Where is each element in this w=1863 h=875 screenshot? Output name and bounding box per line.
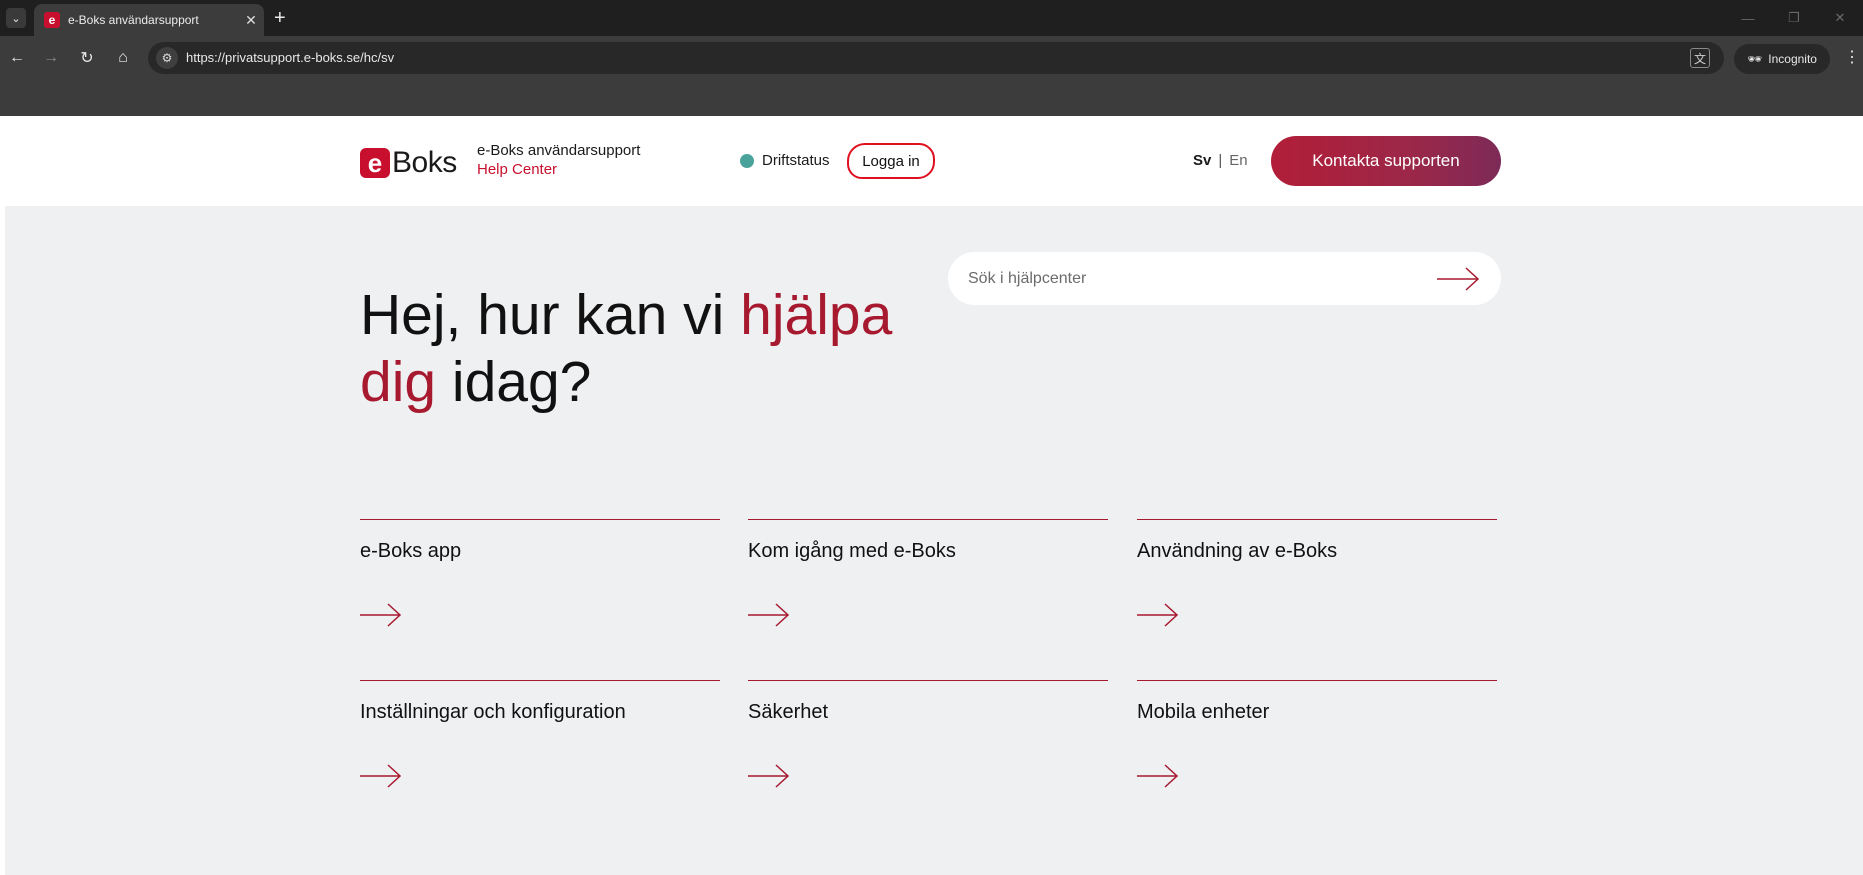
arrow-right-icon: [1137, 764, 1179, 788]
status-dot-icon: [740, 153, 754, 168]
status-label: Driftstatus: [762, 152, 830, 169]
category-card[interactable]: Användning av e-Boks: [1137, 519, 1497, 659]
lang-separator: |: [1218, 152, 1223, 169]
category-label: Mobila enheter: [1137, 701, 1270, 723]
category-card[interactable]: Kom igång med e-Boks: [748, 519, 1108, 659]
home-icon[interactable]: ⌂: [112, 47, 134, 69]
category-label: Inställningar och konfiguration: [360, 701, 626, 723]
eboks-logo[interactable]: e Boks: [360, 146, 457, 180]
search-submit-arrow-icon[interactable]: [1436, 266, 1480, 292]
arrow-right-icon: [360, 764, 402, 788]
hero-title: Hej, hur kan vi hjälpa dig idag?: [360, 282, 960, 416]
status-link[interactable]: Driftstatus: [740, 152, 830, 169]
address-bar[interactable]: ⚙ https://privatsupport.e-boks.se/hc/sv …: [148, 42, 1724, 74]
category-label: Kom igång med e-Boks: [748, 540, 956, 562]
hero-title-accent1: hjälpa: [740, 283, 893, 347]
category-label: e-Boks app: [360, 540, 462, 562]
browser-toolbar: ← → ↻ ⌂ ⚙ https://privatsupport.e-boks.s…: [0, 36, 1863, 80]
back-arrow-icon[interactable]: ←: [6, 47, 28, 69]
tab-title: e-Boks användarsupport: [68, 13, 199, 27]
contact-support-button[interactable]: Kontakta supporten: [1271, 136, 1501, 186]
category-label: Säkerhet: [748, 701, 829, 723]
eboks-logo-word: Boks: [392, 146, 457, 179]
incognito-indicator[interactable]: 🕶 Incognito: [1734, 44, 1830, 74]
close-window-icon[interactable]: ✕: [1817, 0, 1863, 36]
search-input[interactable]: [968, 252, 1428, 305]
browser-bookmark-area: [0, 80, 1863, 116]
login-link[interactable]: Logga in: [847, 143, 935, 179]
url-text[interactable]: https://privatsupport.e-boks.se/hc/sv: [186, 50, 394, 65]
arrow-right-icon: [360, 603, 402, 627]
language-switcher: Sv | En: [1193, 152, 1248, 169]
logo-line-help-center: Help Center: [477, 161, 558, 178]
logo-line-support: e-Boks användarsupport: [477, 142, 641, 159]
category-card[interactable]: Inställningar och konfiguration: [360, 680, 720, 820]
new-tab-plus-icon[interactable]: +: [274, 7, 286, 29]
browser-tab[interactable]: e e-Boks användarsupport ✕: [34, 4, 264, 36]
tab-close-icon[interactable]: ✕: [238, 12, 264, 29]
arrow-right-icon: [748, 764, 790, 788]
hero-title-part1: Hej, hur kan vi: [360, 283, 741, 347]
logo-subtitle[interactable]: e-Boks användarsupport Help Center: [477, 142, 640, 178]
eboks-logo-mark-icon: e: [360, 148, 390, 178]
favicon-icon: e: [44, 12, 60, 28]
incognito-icon: 🕶: [1747, 52, 1763, 66]
reload-icon[interactable]: ↻: [76, 47, 98, 69]
restore-icon[interactable]: ❐: [1771, 0, 1817, 36]
lang-sv[interactable]: Sv: [1193, 152, 1211, 169]
minimize-icon[interactable]: —: [1725, 0, 1771, 36]
category-card[interactable]: e-Boks app: [360, 519, 720, 659]
hero-title-accent2: dig: [360, 350, 437, 414]
incognito-label: Incognito: [1768, 52, 1817, 66]
search-box: [948, 252, 1501, 305]
window-controls: — ❐ ✕: [1725, 0, 1863, 36]
site-info-tune-icon[interactable]: ⚙: [156, 47, 178, 69]
category-card[interactable]: Mobila enheter: [1137, 680, 1497, 820]
category-label: Användning av e-Boks: [1137, 540, 1338, 562]
translate-icon[interactable]: 文: [1690, 48, 1710, 68]
site-header: e Boks e-Boks användarsupport Help Cente…: [5, 116, 1863, 206]
lang-en[interactable]: En: [1229, 152, 1247, 169]
arrow-right-icon: [748, 603, 790, 627]
arrow-right-icon: [1137, 603, 1179, 627]
category-card[interactable]: Säkerhet: [748, 680, 1108, 820]
browser-titlebar: ⌄ e e-Boks användarsupport ✕ + — ❐ ✕: [0, 0, 1863, 36]
help-center-page: e Boks e-Boks användarsupport Help Cente…: [5, 116, 1863, 875]
forward-arrow-icon[interactable]: →: [40, 47, 62, 69]
browser-menu-icon[interactable]: ⋮: [1844, 48, 1860, 68]
hero-title-part2: idag?: [436, 350, 592, 414]
tab-search-chevron-icon[interactable]: ⌄: [6, 8, 26, 28]
